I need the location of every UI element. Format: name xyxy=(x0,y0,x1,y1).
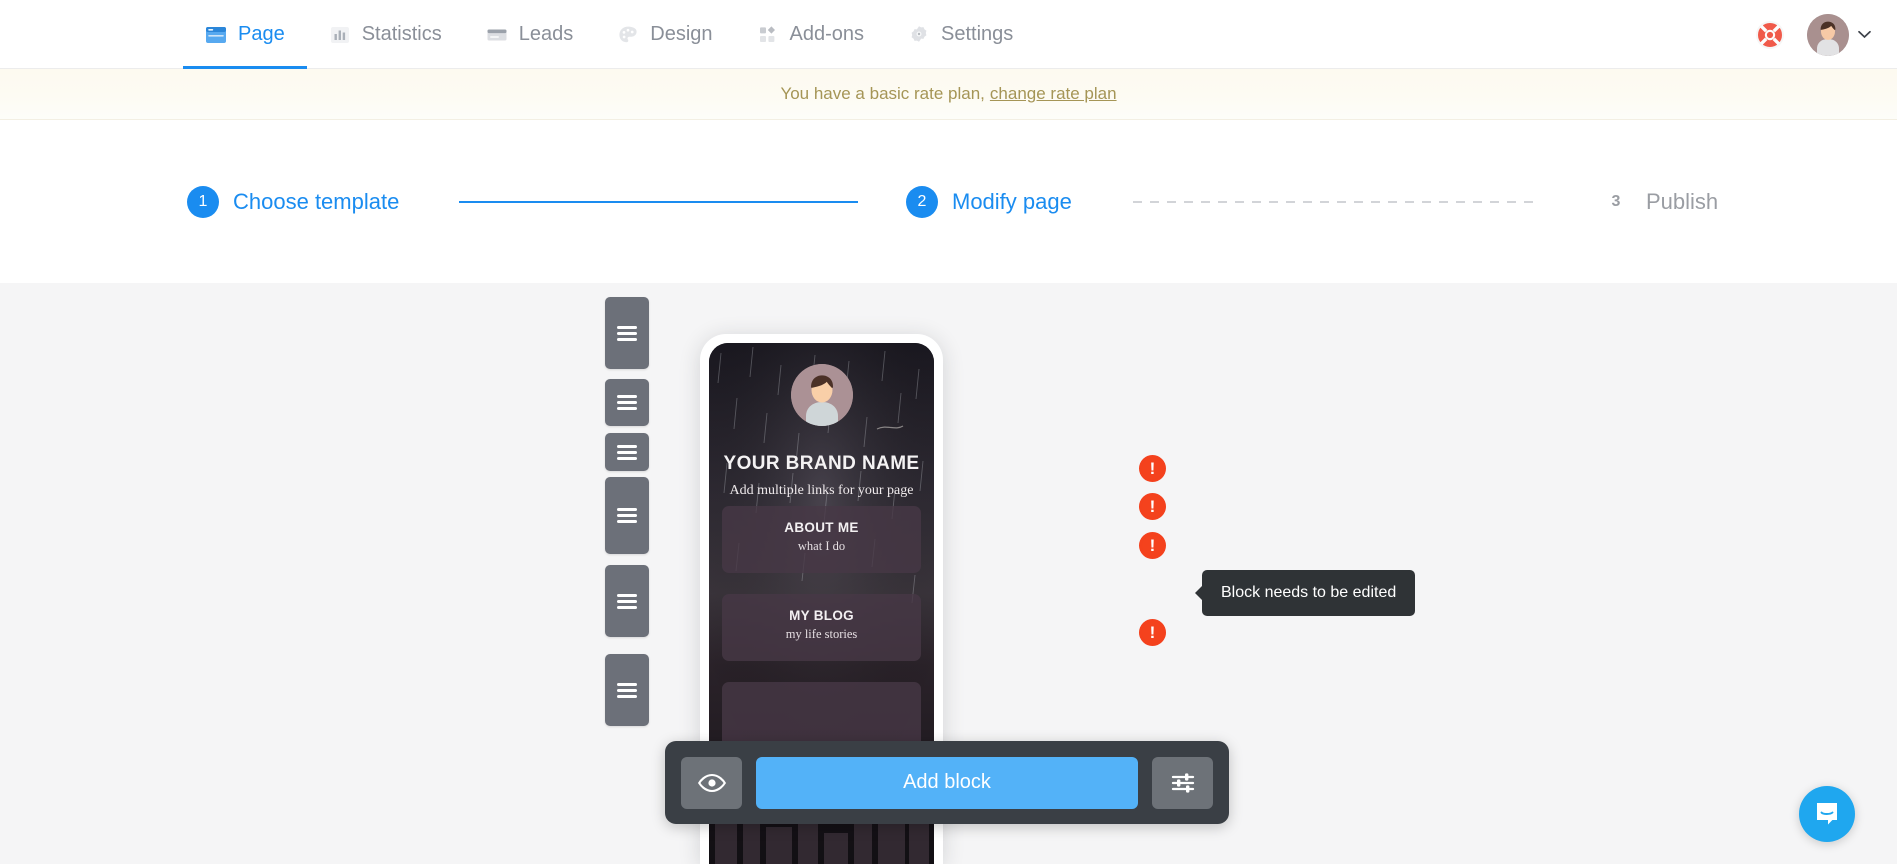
nav-tab-label: Design xyxy=(650,23,713,45)
preview-button[interactable] xyxy=(681,756,742,809)
intercom-chat-icon xyxy=(1817,803,1837,825)
nav-tab-design[interactable]: Design xyxy=(595,0,734,69)
step-label: Publish xyxy=(1646,188,1719,214)
hamburger-grip-icon xyxy=(617,392,637,413)
stepper-connector-1 xyxy=(459,200,858,203)
stepper-connector-2 xyxy=(1133,200,1537,203)
hamburger-grip-icon xyxy=(617,323,637,344)
user-menu[interactable] xyxy=(1807,13,1871,56)
drag-handle-6[interactable] xyxy=(605,654,649,726)
nav-tab-label: Page xyxy=(238,23,285,45)
wizard-step-modify-page[interactable]: 2 Modify page xyxy=(906,185,1072,218)
preview-brand-subtitle: Add multiple links for your page xyxy=(729,483,914,498)
rate-plan-banner: You have a basic rate plan, change rate … xyxy=(0,69,1897,120)
nav-tab-label: Statistics xyxy=(361,23,442,45)
wizard-stepper: 1 Choose template 2 Modify page 3 Publis… xyxy=(0,120,1897,283)
hamburger-grip-icon xyxy=(617,505,637,526)
block-settings-button[interactable] xyxy=(1152,756,1213,809)
drag-handle-5[interactable] xyxy=(605,565,649,637)
intercom-chat-button[interactable] xyxy=(1799,786,1855,842)
rate-plan-text: You have a basic rate plan, xyxy=(780,84,985,103)
preview-brand-name: YOUR BRAND NAME xyxy=(723,453,920,474)
sliders-icon xyxy=(1171,772,1194,793)
block-error-badge-1[interactable]: ! xyxy=(1139,455,1166,482)
hamburger-grip-icon xyxy=(617,442,637,463)
nav-tab-settings[interactable]: Settings xyxy=(886,0,1035,69)
gear-icon xyxy=(911,25,927,42)
add-block-button[interactable]: Add block xyxy=(756,756,1138,809)
block-error-badge-3[interactable]: ! xyxy=(1139,532,1166,559)
nav-tab-leads[interactable]: Leads xyxy=(464,0,596,69)
eye-icon xyxy=(697,773,726,792)
drag-handle-3[interactable] xyxy=(605,433,649,471)
drag-handle-4[interactable] xyxy=(605,477,649,554)
drag-handle-2[interactable] xyxy=(605,379,649,426)
preview-link-block-subtitle: what I do xyxy=(797,539,846,553)
block-error-tooltip: Block needs to be edited xyxy=(1202,570,1416,616)
top-bar-right-actions xyxy=(1755,0,1871,69)
editor-action-toolbar: Add block xyxy=(665,741,1229,824)
preview-link-block-title: MY BLOG xyxy=(789,608,854,623)
wizard-step-choose-template[interactable]: 1 Choose template xyxy=(187,185,400,218)
bar-chart-icon xyxy=(330,26,349,43)
profile-picture xyxy=(790,364,853,426)
nav-tab-page[interactable]: Page xyxy=(183,0,307,69)
card-list-icon xyxy=(487,29,507,40)
preview-link-block[interactable] xyxy=(722,682,921,749)
nav-tab-label: Leads xyxy=(518,23,574,45)
lifebuoy-icon[interactable] xyxy=(1755,20,1785,50)
hamburger-grip-icon xyxy=(617,680,637,701)
nav-tab-statistics[interactable]: Statistics xyxy=(307,0,464,69)
preview-link-block[interactable]: ABOUT ME what I do xyxy=(722,506,921,573)
step-number: 3 xyxy=(1611,192,1621,210)
chevron-down-icon xyxy=(1858,30,1871,39)
nav-tab-list: Page Statistics Leads Design Add-ons Set… xyxy=(183,0,1035,69)
preview-link-block-title: ABOUT ME xyxy=(784,520,859,535)
step-number: 1 xyxy=(187,185,219,218)
preview-link-block-subtitle: my life stories xyxy=(785,627,858,641)
change-rate-plan-link[interactable]: change rate plan xyxy=(990,84,1117,104)
drag-handle-1[interactable] xyxy=(605,297,649,369)
avatar xyxy=(1807,13,1849,56)
browser-window-icon xyxy=(206,26,226,43)
block-error-badge-2[interactable]: ! xyxy=(1139,493,1166,520)
step-number: 2 xyxy=(906,185,938,218)
palette-icon xyxy=(619,26,637,42)
top-navigation-bar: Page Statistics Leads Design Add-ons Set… xyxy=(0,0,1897,69)
hamburger-grip-icon xyxy=(617,591,637,612)
add-block-label: Add block xyxy=(903,771,991,793)
step-label: Modify page xyxy=(952,188,1072,214)
step-label: Choose template xyxy=(233,188,400,214)
block-error-badge-4[interactable]: ! xyxy=(1139,619,1166,646)
block-drag-handle-rail xyxy=(605,283,649,864)
nav-tab-addons[interactable]: Add-ons xyxy=(735,0,887,69)
nav-tab-label: Settings xyxy=(941,23,1014,45)
puzzle-blocks-icon xyxy=(759,25,775,42)
preview-link-block[interactable]: MY BLOG my life stories xyxy=(722,594,921,661)
wizard-step-publish[interactable]: 3 Publish xyxy=(1600,186,1719,218)
nav-tab-label: Add-ons xyxy=(789,23,865,45)
